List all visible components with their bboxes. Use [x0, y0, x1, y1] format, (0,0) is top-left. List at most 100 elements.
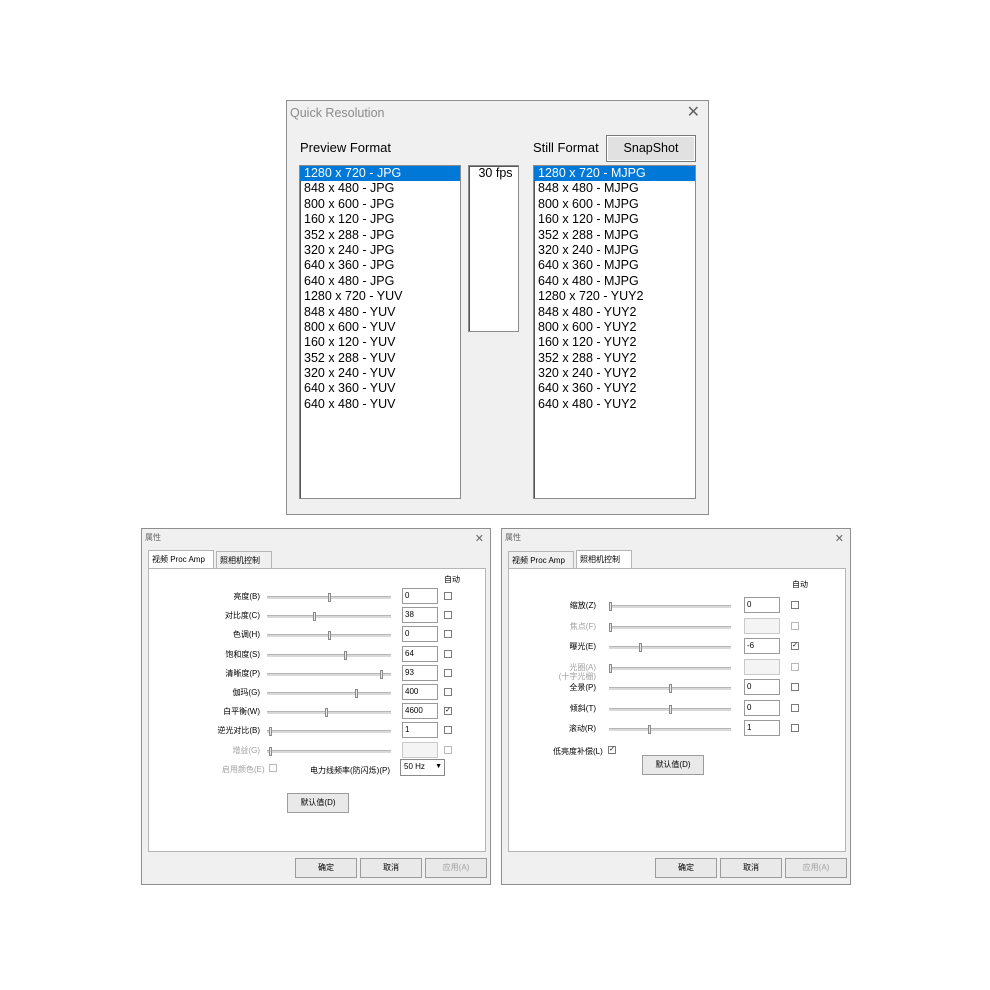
auto-checkbox[interactable]	[444, 688, 452, 696]
preview-format-item[interactable]: 352 x 288 - YUV	[300, 351, 460, 366]
preview-format-item[interactable]: 640 x 480 - YUV	[300, 397, 460, 412]
ok-button[interactable]: 确定	[655, 858, 717, 878]
value-field[interactable]: 4600	[402, 703, 438, 720]
auto-checkbox[interactable]	[791, 621, 799, 630]
preview-format-item[interactable]: 320 x 240 - YUV	[300, 366, 460, 381]
still-format-item[interactable]: 800 x 600 - MJPG	[534, 197, 695, 212]
slider-track[interactable]	[609, 605, 731, 608]
preview-format-item[interactable]: 640 x 480 - JPG	[300, 274, 460, 289]
slider-thumb[interactable]	[269, 727, 273, 737]
slider-track[interactable]	[267, 692, 391, 695]
auto-checkbox[interactable]	[791, 703, 799, 712]
still-format-item[interactable]: 352 x 288 - YUY2	[534, 351, 695, 366]
still-format-item[interactable]: 848 x 480 - YUY2	[534, 305, 695, 320]
slider-thumb[interactable]	[355, 689, 359, 698]
auto-checkbox[interactable]	[444, 726, 452, 735]
value-field[interactable]: 0	[402, 626, 438, 643]
preview-format-item[interactable]: 160 x 120 - JPG	[300, 212, 460, 227]
power-line-frequency-select[interactable]: 50 Hz ▼	[400, 759, 445, 776]
still-format-item[interactable]: 640 x 360 - YUY2	[534, 381, 695, 396]
slider-track[interactable]	[609, 666, 731, 670]
preview-format-item[interactable]: 800 x 600 - YUV	[300, 320, 460, 335]
tab-proc-amp[interactable]: 视频 Proc Amp	[148, 550, 214, 568]
slider-thumb[interactable]	[327, 593, 331, 602]
slider-thumb[interactable]	[325, 708, 329, 718]
value-field[interactable]: 400	[402, 684, 438, 700]
slider-thumb[interactable]	[638, 643, 642, 652]
slider-thumb[interactable]	[379, 669, 383, 679]
slider-thumb[interactable]	[609, 622, 612, 632]
tab-proc-amp[interactable]: 视频 Proc Amp	[508, 551, 574, 568]
slider-track[interactable]	[609, 646, 731, 649]
value-field[interactable]: 0	[744, 597, 780, 613]
preview-format-item[interactable]: 1280 x 720 - JPG	[300, 166, 460, 182]
value-field[interactable]	[744, 658, 780, 675]
slider-track[interactable]	[267, 711, 391, 715]
preview-format-item[interactable]: 848 x 480 - JPG	[300, 181, 460, 196]
slider-track[interactable]	[267, 749, 391, 753]
slider-thumb[interactable]	[312, 612, 316, 622]
slider-thumb[interactable]	[327, 631, 331, 641]
close-icon[interactable]: ✕	[475, 532, 484, 546]
still-format-item[interactable]: 640 x 360 - MJPG	[534, 258, 695, 273]
auto-checkbox[interactable]	[444, 630, 452, 639]
still-format-item[interactable]: 320 x 240 - MJPG	[534, 243, 695, 258]
cancel-button[interactable]: 取消	[360, 858, 422, 878]
auto-checkbox[interactable]	[444, 745, 452, 754]
slider-thumb[interactable]	[269, 746, 273, 756]
auto-checkbox[interactable]	[444, 592, 452, 600]
fps-item[interactable]: 30 fps	[469, 166, 518, 181]
still-format-list[interactable]: 1280 x 720 - MJPG 848 x 480 - MJPG 800 x 6…	[533, 165, 696, 499]
preview-format-item[interactable]: 320 x 240 - JPG	[300, 243, 460, 258]
still-format-item[interactable]: 640 x 480 - YUY2	[534, 397, 695, 412]
still-format-item[interactable]: 800 x 600 - YUY2	[534, 320, 695, 335]
preview-format-item[interactable]: 848 x 480 - YUV	[300, 305, 460, 320]
value-field[interactable]	[402, 741, 438, 758]
still-format-item[interactable]: 848 x 480 - MJPG	[534, 181, 695, 196]
slider-thumb[interactable]	[668, 704, 672, 714]
slider-thumb[interactable]	[344, 650, 348, 660]
value-field[interactable]: 0	[744, 679, 780, 695]
slider-track[interactable]	[267, 653, 391, 657]
fps-list[interactable]: 30 fps	[468, 165, 519, 332]
slider-track[interactable]	[609, 728, 731, 731]
preview-format-item[interactable]: 640 x 360 - YUV	[300, 381, 460, 396]
still-format-item[interactable]: 320 x 240 - YUY2	[534, 366, 695, 381]
default-button[interactable]: 默认值(D)	[287, 793, 349, 813]
still-format-item[interactable]: 1280 x 720 - YUY2	[534, 289, 695, 304]
preview-format-item[interactable]: 800 x 600 - JPG	[300, 197, 460, 212]
value-field[interactable]: 64	[402, 645, 438, 662]
cancel-button[interactable]: 取消	[720, 858, 782, 878]
value-field[interactable]: 0	[402, 588, 438, 604]
auto-checkbox[interactable]	[791, 724, 799, 732]
slider-thumb[interactable]	[609, 663, 612, 673]
still-format-item[interactable]: 352 x 288 - MJPG	[534, 228, 695, 243]
auto-checkbox[interactable]	[444, 649, 452, 658]
value-field[interactable]: 0	[744, 699, 780, 716]
value-field[interactable]: 1	[402, 722, 438, 739]
preview-format-item[interactable]: 640 x 360 - JPG	[300, 258, 460, 273]
ok-button[interactable]: 确定	[295, 858, 357, 878]
color-enable-checkbox[interactable]	[269, 764, 277, 772]
value-field[interactable]	[744, 617, 780, 634]
still-format-item[interactable]: 1280 x 720 - MJPG	[534, 166, 695, 182]
preview-format-item[interactable]: 1280 x 720 - YUV	[300, 289, 460, 304]
preview-format-item[interactable]: 160 x 120 - YUV	[300, 335, 460, 350]
slider-track[interactable]	[267, 615, 391, 619]
slider-track[interactable]	[267, 672, 391, 676]
still-format-item[interactable]: 160 x 120 - YUY2	[534, 335, 695, 350]
tab-camera-control[interactable]: 照相机控制	[576, 550, 632, 568]
auto-checkbox[interactable]	[791, 683, 799, 691]
auto-checkbox[interactable]	[791, 601, 799, 609]
slider-thumb[interactable]	[668, 684, 672, 693]
tab-camera-control[interactable]: 照相机控制	[216, 551, 272, 568]
preview-format-list[interactable]: 1280 x 720 - JPG 848 x 480 - JPG 800 x 600…	[299, 165, 461, 499]
close-icon[interactable]: ✕	[835, 532, 844, 546]
snapshot-button[interactable]: SnapShot	[606, 135, 696, 162]
slider-thumb[interactable]	[609, 602, 612, 611]
value-field[interactable]: 1	[744, 720, 780, 736]
auto-checkbox[interactable]: ✓	[444, 707, 452, 716]
slider-track[interactable]	[267, 730, 391, 734]
slider-track[interactable]	[609, 625, 731, 629]
auto-checkbox[interactable]	[791, 662, 799, 671]
